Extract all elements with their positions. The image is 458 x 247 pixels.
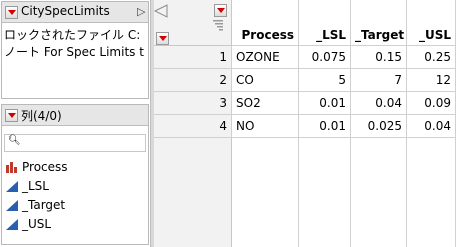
column-item-label: _USL xyxy=(22,217,52,231)
column-divider xyxy=(455,138,456,247)
cell-lsl[interactable]: 0.01 xyxy=(299,92,351,115)
cell-process[interactable]: OZONE xyxy=(232,46,299,69)
header-process[interactable]: Process xyxy=(232,0,299,46)
column-divider xyxy=(298,138,299,247)
column-item-label: Process xyxy=(22,160,68,174)
continuous-triangle-icon xyxy=(6,200,18,211)
corner-triangle-icon xyxy=(153,4,168,21)
column-item-label: _LSL xyxy=(22,179,49,193)
collapse-arrow-icon[interactable]: ▷ xyxy=(137,5,145,18)
column-item-process[interactable]: Process xyxy=(4,159,146,176)
cell-usl[interactable]: 0.04 xyxy=(407,115,456,138)
cell-process[interactable]: NO xyxy=(232,115,299,138)
table-name: CitySpecLimits xyxy=(21,4,110,18)
column-divider xyxy=(406,138,407,247)
cell-target[interactable]: 0.15 xyxy=(351,46,407,69)
row-number[interactable]: 1 xyxy=(154,46,232,69)
cell-lsl[interactable]: 0.01 xyxy=(299,115,351,138)
row-menu-button[interactable] xyxy=(156,32,169,45)
search-icon: 🔍︎ xyxy=(8,135,21,146)
column-item-lsl[interactable]: _LSL xyxy=(4,178,146,195)
header-target[interactable]: _Target xyxy=(351,0,407,46)
data-grid: Process _LSL _Target _USL 1 OZONE 0.075 … xyxy=(153,0,458,247)
columns-menu-button[interactable] xyxy=(5,109,18,122)
column-divider xyxy=(350,138,351,247)
continuous-triangle-icon xyxy=(6,219,18,230)
column-search-field[interactable]: 🔍︎ xyxy=(4,134,146,152)
column-filter-icon[interactable] xyxy=(213,19,225,34)
columns-title: 列(4/0) xyxy=(21,109,62,123)
cell-process[interactable]: CO xyxy=(232,69,299,92)
header-usl[interactable]: _USL xyxy=(407,0,456,46)
cell-usl[interactable]: 0.25 xyxy=(407,46,456,69)
cell-target[interactable]: 0.025 xyxy=(351,115,407,138)
cell-process[interactable]: SO2 xyxy=(232,92,299,115)
column-menu-button[interactable] xyxy=(214,4,227,17)
column-item-target[interactable]: _Target xyxy=(4,197,146,214)
nominal-bar-icon xyxy=(6,162,18,173)
columns-header: 列(4/0) xyxy=(2,105,148,126)
row-number[interactable]: 2 xyxy=(154,69,232,92)
cell-usl[interactable]: 12 xyxy=(407,69,456,92)
table-description-line2: ノート For Spec Limits t xyxy=(4,45,144,59)
cell-lsl[interactable]: 0.075 xyxy=(299,46,351,69)
header-lsl[interactable]: _LSL xyxy=(299,0,351,46)
cell-target[interactable]: 0.04 xyxy=(351,92,407,115)
table-info-header: CitySpecLimits ▷ xyxy=(2,2,148,23)
column-item-label: _Target xyxy=(22,198,66,212)
row-number[interactable]: 4 xyxy=(154,115,232,138)
columns-panel: 列(4/0) 🔍︎ Process _LSL _Target _USL xyxy=(1,104,149,245)
continuous-triangle-icon xyxy=(6,181,18,192)
cell-target[interactable]: 7 xyxy=(351,69,407,92)
row-header-filler xyxy=(154,138,232,247)
row-number[interactable]: 3 xyxy=(154,92,232,115)
table-menu-button[interactable] xyxy=(5,6,18,19)
column-item-usl[interactable]: _USL xyxy=(4,216,146,233)
column-search-input[interactable] xyxy=(21,136,143,150)
grid-corner xyxy=(153,0,232,46)
cell-usl[interactable]: 0.09 xyxy=(407,92,456,115)
table-description-line1: ロックされたファイル C: xyxy=(4,28,141,42)
table-info-panel: CitySpecLimits ▷ ロックされたファイル C: ノート For S… xyxy=(1,1,149,99)
cell-lsl[interactable]: 5 xyxy=(299,69,351,92)
